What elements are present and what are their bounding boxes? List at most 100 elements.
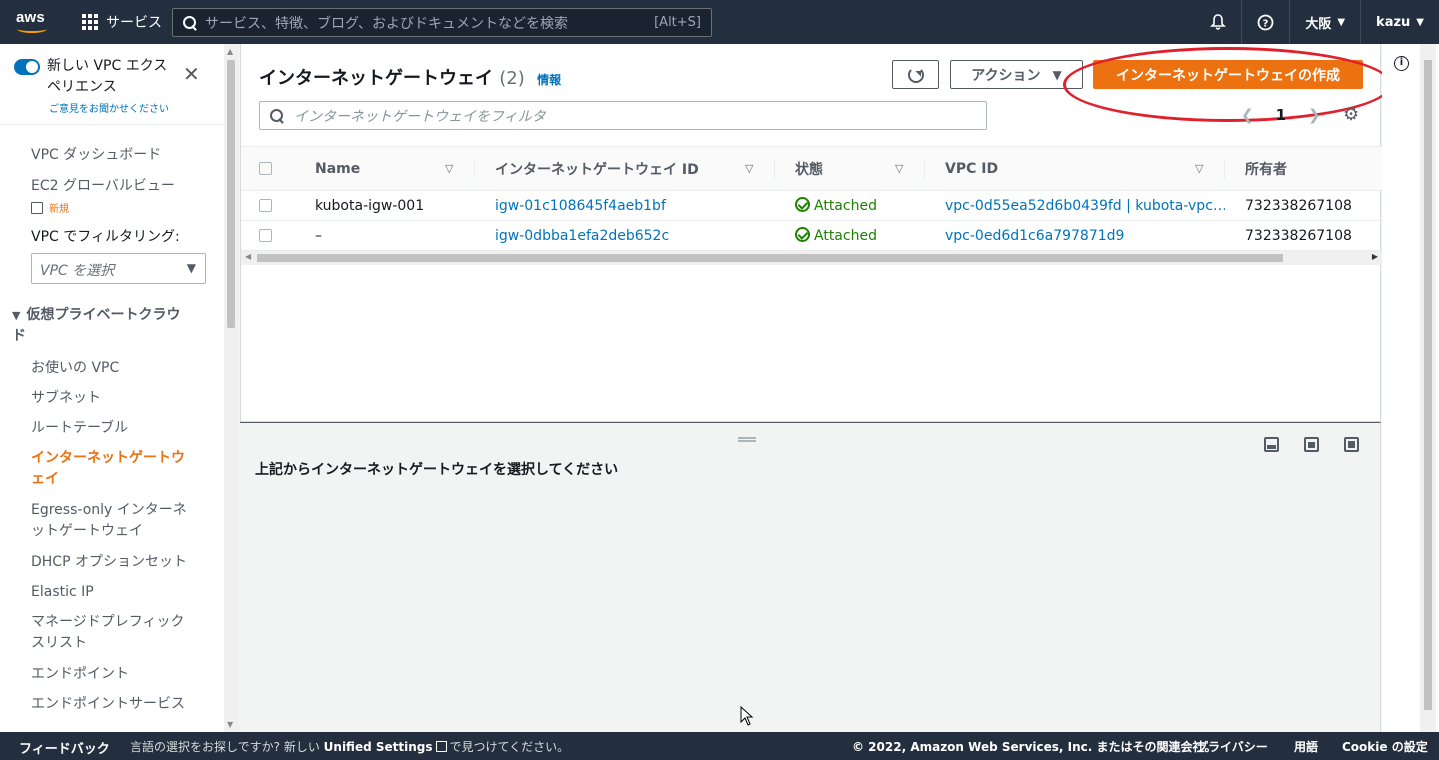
filter-placeholder: インターネットゲートウェイをフィルタ	[294, 108, 546, 125]
sidebar-item-prefix-lists[interactable]: マネージドプレフィックスリスト	[31, 612, 196, 654]
page-scrollbar[interactable]	[1420, 44, 1436, 732]
new-badge: 新規	[49, 204, 69, 215]
info-icon[interactable]: i	[1394, 56, 1409, 71]
sidebar-item-endpoints[interactable]: エンドポイント	[31, 664, 191, 685]
sidebar-item-route-tables[interactable]: ルートテーブル	[31, 418, 191, 439]
cell-state: Attached	[775, 220, 925, 251]
column-header-vpc-id[interactable]: VPC ID ▽	[925, 146, 1225, 191]
internet-gateways-table: Name ▽ インターネットゲートウェイ ID ▽ 状態 ▽ VPC ID ▽ 所有者 …	[241, 146, 1382, 251]
cell-state: Attached	[775, 190, 925, 221]
pagination: ❮ 1 ❯	[1241, 106, 1321, 124]
mouse-cursor-icon	[740, 706, 754, 726]
gear-icon[interactable]: ⚙	[1343, 106, 1361, 124]
check-circle-icon	[795, 227, 810, 242]
sidebar-item-global-view[interactable]: EC2 グローバルビュー	[31, 176, 191, 197]
services-menu-button[interactable]: サービス	[82, 12, 162, 32]
sort-icon: ▽	[745, 162, 754, 175]
grid-icon	[82, 14, 98, 30]
sidebar-item-your-vpcs[interactable]: お使いの VPC	[31, 358, 191, 379]
feedback-button[interactable]: フィードバック	[19, 738, 110, 757]
terms-link[interactable]: 用語	[1294, 738, 1318, 755]
vpc-filter-label: VPC でフィルタリング:	[31, 229, 180, 245]
split-panel-drag-handle[interactable]	[738, 437, 756, 442]
vpc-id-link[interactable]: vpc-0d55ea52d6b0439fd | kubota-vpc…	[945, 198, 1225, 214]
new-experience-label: 新しい VPC エクスペリエンス	[47, 58, 168, 95]
global-search-input[interactable]: サービス、特徴、ブログ、およびドキュメントなどを検索 [Alt+S]	[172, 8, 712, 37]
info-link[interactable]: 情報	[537, 73, 561, 87]
refresh-icon	[907, 66, 924, 83]
external-link-icon	[31, 202, 43, 214]
column-header-igw-id[interactable]: インターネットゲートウェイ ID ▽	[475, 146, 775, 191]
sidebar-section-label: 仮想プライベートクラウド	[12, 307, 181, 344]
table-row[interactable]: kubota-igw-001 igw-01c108645f4aeb1bf Att…	[241, 190, 1382, 221]
chevron-right-icon[interactable]: ❯	[1308, 106, 1321, 124]
search-placeholder: サービス、特徴、ブログ、およびドキュメントなどを検索	[205, 15, 569, 32]
vpc-filter-select[interactable]: VPC を選択 ▼	[31, 253, 206, 284]
chevron-down-icon: ▼	[1416, 16, 1424, 28]
row-checkbox[interactable]	[259, 199, 272, 212]
account-menu[interactable]: kazu ▼	[1360, 0, 1439, 44]
sidebar: 新しい VPC エクスペリエンス ご意見をお聞かせください ✕ VPC ダッシュ…	[0, 44, 238, 732]
external-link-icon	[435, 741, 447, 752]
row-checkbox[interactable]	[259, 229, 272, 242]
right-tools-rail: i	[1382, 44, 1439, 732]
services-label: サービス	[106, 15, 162, 31]
table-horizontal-scrollbar[interactable]: ◀ ▶	[241, 251, 1382, 265]
help-button[interactable]: ?	[1241, 0, 1289, 44]
vpc-id-link[interactable]: vpc-0ed6d1c6a797871d9	[945, 228, 1124, 244]
igw-id-link[interactable]: igw-01c108645f4aeb1bf	[495, 198, 666, 214]
cell-name: –	[293, 220, 475, 251]
select-all-checkbox[interactable]	[259, 162, 272, 175]
sort-icon: ▽	[445, 162, 454, 175]
sidebar-item-egress-only-gateways[interactable]: Egress-only インターネットゲートウェイ	[31, 500, 191, 542]
split-half-icon[interactable]	[1304, 437, 1319, 452]
sidebar-item-endpoint-services[interactable]: エンドポイントサービス	[31, 694, 206, 715]
column-header-name[interactable]: Name ▽	[293, 146, 475, 191]
sidebar-item-elastic-ip[interactable]: Elastic IP	[31, 582, 191, 603]
cookie-settings-link[interactable]: Cookie の設定	[1342, 738, 1428, 755]
sidebar-item-dhcp-options[interactable]: DHCP オプションセット	[31, 552, 206, 573]
column-header-owner[interactable]: 所有者	[1225, 146, 1382, 191]
internet-gateways-panel: インターネットゲートウェイ (2) 情報 アクション ▼ インターネットゲートウェ…	[240, 44, 1392, 422]
feedback-link[interactable]: ご意見をお聞かせください	[49, 100, 169, 115]
global-view-extra: 新規	[31, 198, 191, 220]
sidebar-item-internet-gateways[interactable]: インターネットゲートウェイ	[31, 448, 196, 490]
igw-id-link[interactable]: igw-0dbba1efa2deb652c	[495, 228, 669, 244]
sidebar-item-subnets[interactable]: サブネット	[31, 388, 191, 409]
cell-owner: 732338267108	[1225, 190, 1382, 221]
unified-settings-link[interactable]: Unified Settings	[324, 740, 433, 754]
refresh-button[interactable]	[892, 60, 939, 89]
cell-owner: 732338267108	[1225, 220, 1382, 251]
column-header-state[interactable]: 状態 ▽	[775, 146, 925, 191]
table-row[interactable]: – igw-0dbba1efa2deb652c Attached vpc-0ed…	[241, 220, 1382, 251]
region-label: 大阪	[1305, 16, 1332, 32]
aws-logo-text: aws	[16, 9, 45, 26]
search-icon	[270, 108, 284, 123]
search-icon	[183, 15, 197, 30]
sort-icon: ▽	[1195, 162, 1204, 175]
sidebar-scrollbar[interactable]: ▲ ▼	[224, 44, 238, 732]
page-number[interactable]: 1	[1276, 106, 1286, 124]
notifications-bell-button[interactable]	[1195, 0, 1241, 44]
page-title-text: インターネットゲートウェイ	[259, 68, 493, 89]
privacy-link[interactable]: プライバシー	[1196, 738, 1268, 755]
sidebar-section-vpc[interactable]: ▼ 仮想プライベートクラウド	[12, 305, 192, 347]
split-panel-message: 上記からインターネットゲートウェイを選択してください	[255, 462, 619, 478]
copyright: © 2022, Amazon Web Services, Inc. またはその関…	[852, 740, 1217, 754]
help-icon: ?	[1257, 14, 1274, 30]
sidebar-item-dashboard[interactable]: VPC ダッシュボード	[31, 145, 191, 166]
chevron-left-icon[interactable]: ❮	[1241, 106, 1254, 124]
split-full-icon[interactable]	[1344, 437, 1359, 452]
split-bottom-icon[interactable]	[1264, 437, 1279, 452]
close-icon[interactable]: ✕	[183, 64, 200, 84]
account-name: kazu	[1376, 14, 1411, 30]
aws-logo[interactable]: aws	[16, 9, 50, 35]
region-selector[interactable]: 大阪 ▼	[1289, 0, 1360, 44]
check-circle-icon	[795, 197, 810, 212]
filter-input[interactable]: インターネットゲートウェイをフィルタ	[259, 101, 987, 130]
actions-label: アクション	[971, 67, 1041, 84]
page-title: インターネットゲートウェイ (2) 情報	[259, 64, 561, 90]
new-experience-toggle[interactable]	[14, 59, 40, 75]
chevron-down-icon: ▼	[186, 261, 196, 275]
vpc-filter-value: VPC を選択	[40, 263, 115, 279]
